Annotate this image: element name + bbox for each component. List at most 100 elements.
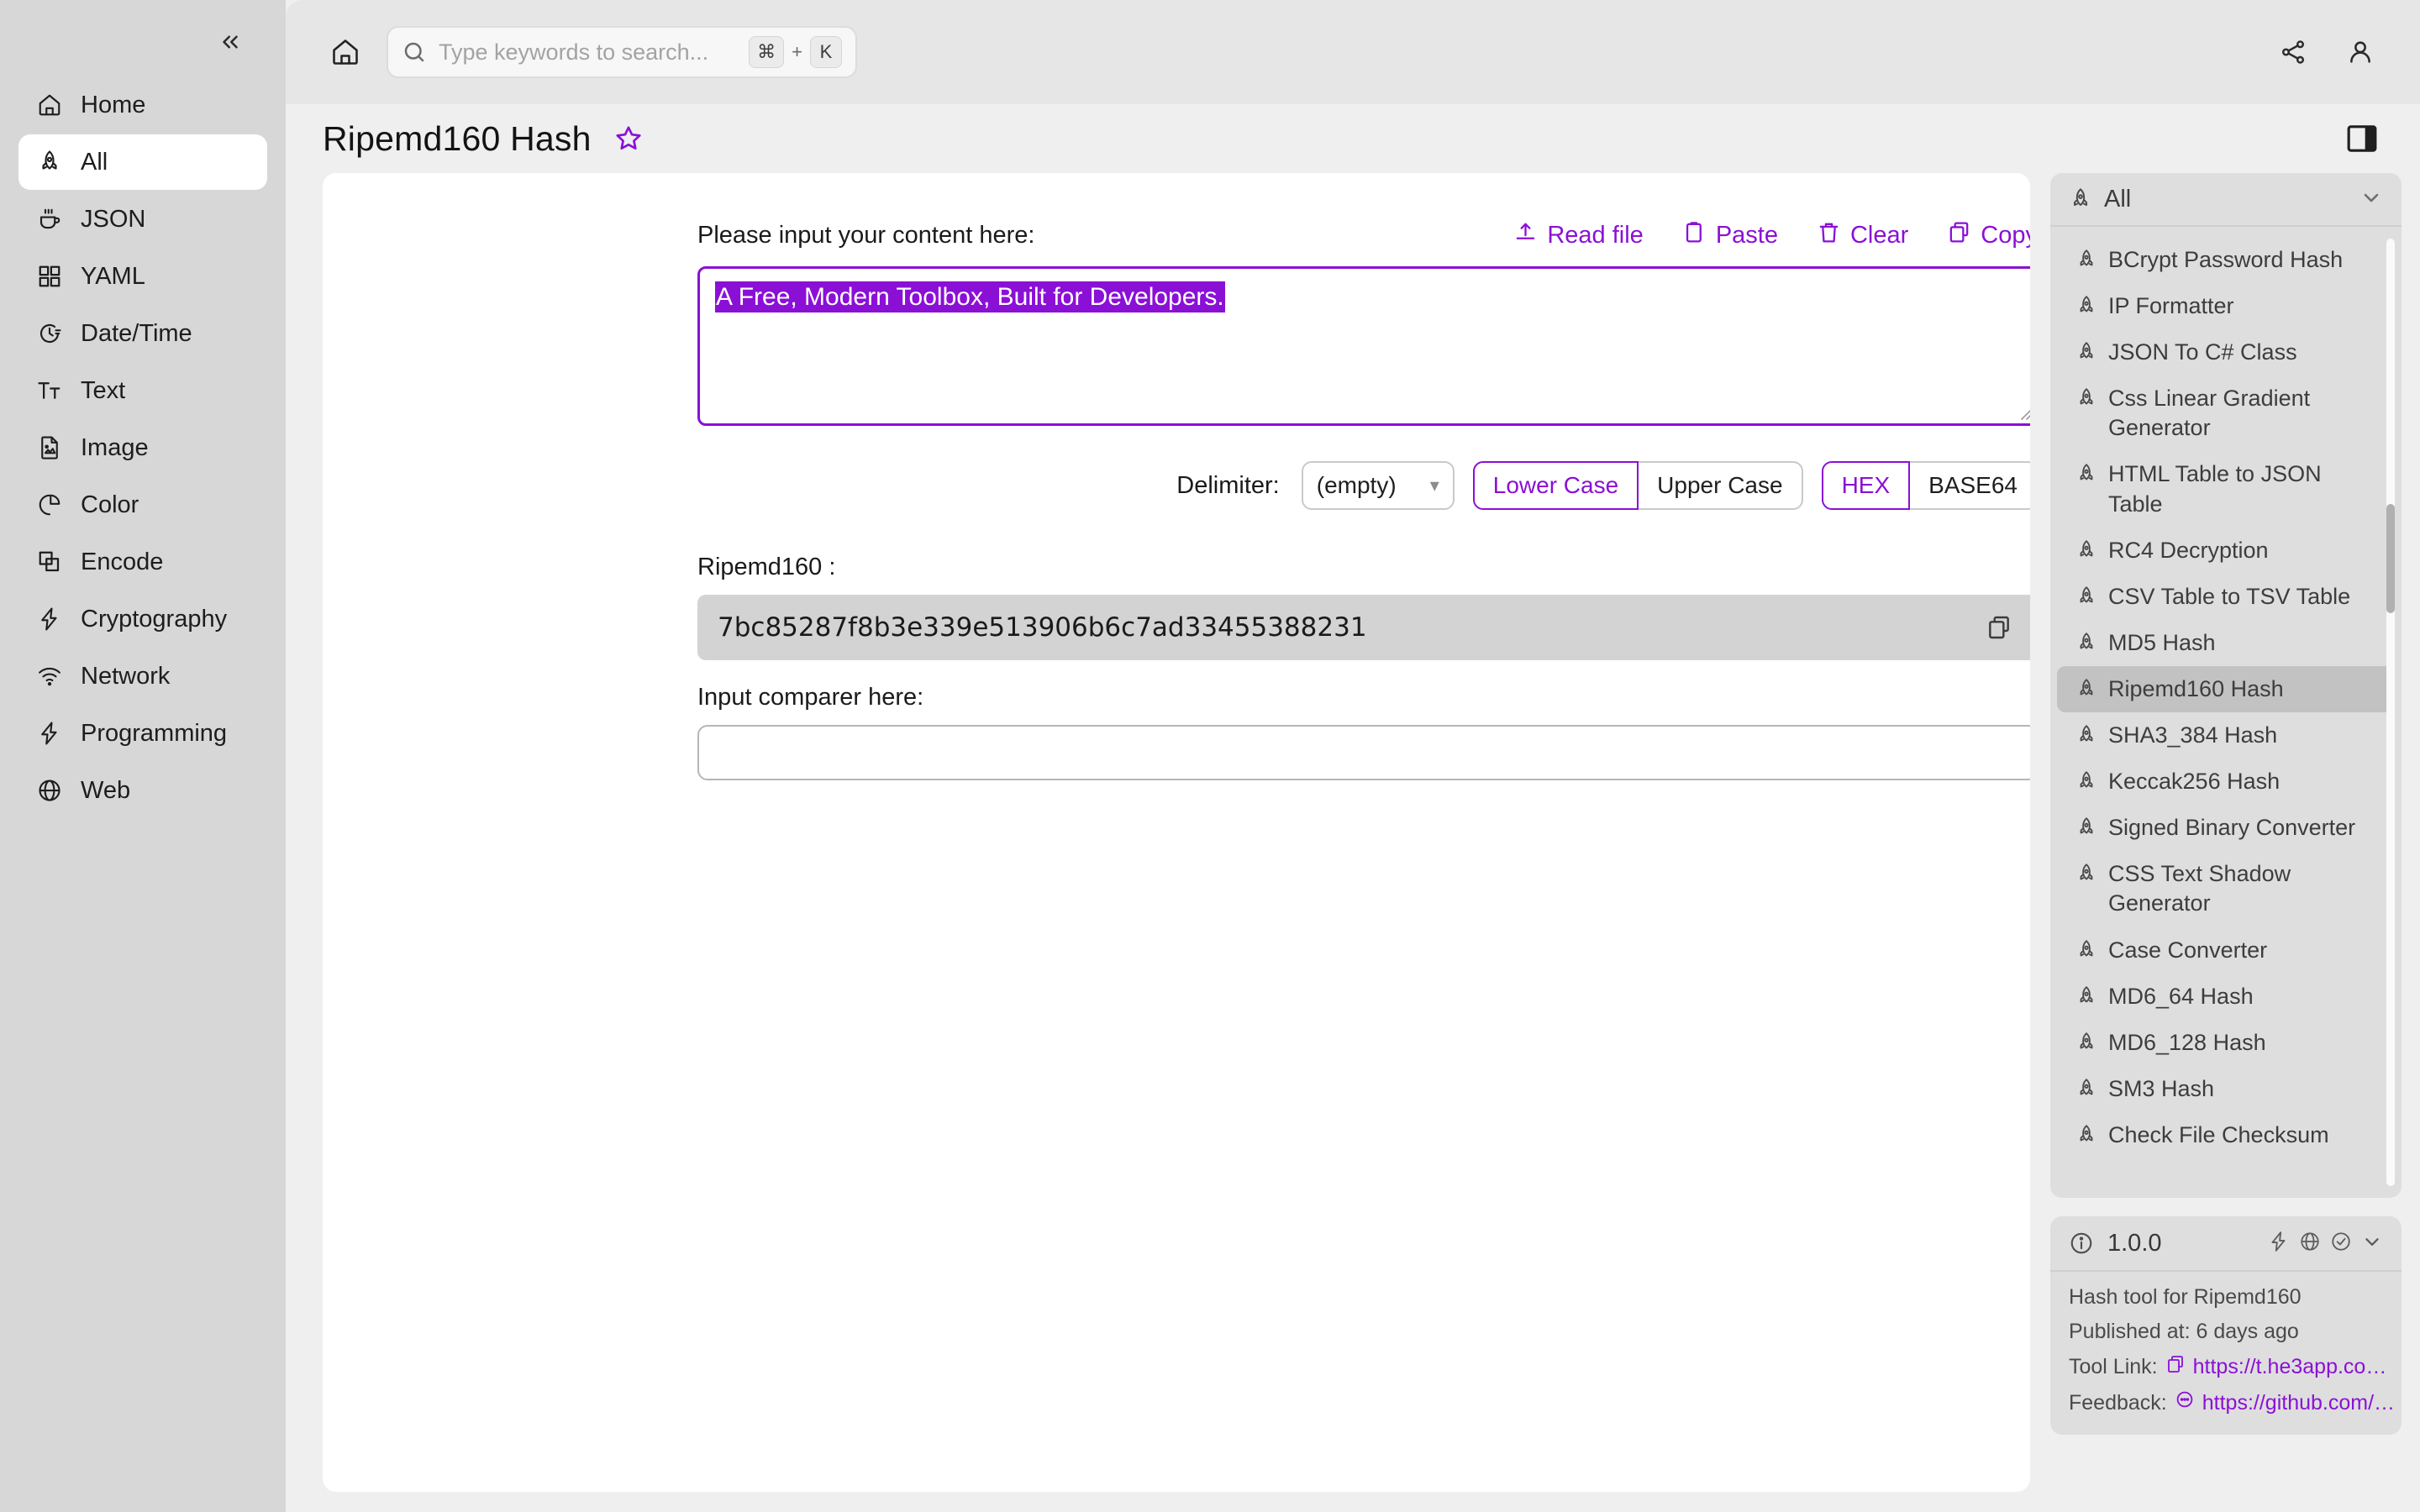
home-icon [35, 91, 64, 119]
copy-label: Copy [1981, 222, 2030, 249]
list-item[interactable]: CSV Table to TSV Table [2057, 574, 2395, 620]
scrollbar-thumb[interactable] [2386, 504, 2395, 613]
sidebar-item-json[interactable]: JSON [18, 192, 267, 247]
list-item[interactable]: MD6_128 Hash [2057, 1020, 2395, 1066]
tool-list[interactable]: BCrypt Password Hash IP Formatter JSON T… [2050, 227, 2402, 1198]
tool-link-label: Tool Link: [2069, 1355, 2158, 1378]
base64-button[interactable]: BASE64 [1910, 461, 2030, 510]
list-item-label: BCrypt Password Hash [2108, 247, 2344, 272]
list-item[interactable]: BCrypt Password Hash [2057, 237, 2395, 283]
chevron-down-icon[interactable] [2361, 1231, 2383, 1257]
list-item[interactable]: Check File Checksum [2057, 1112, 2395, 1158]
list-item[interactable]: Keccak256 Hash [2057, 759, 2395, 805]
feedback-link[interactable]: https://github.com/… [2175, 1390, 2395, 1416]
copy-icon[interactable] [1981, 609, 2018, 646]
list-item[interactable]: HTML Table to JSON Table [2057, 451, 2395, 527]
read-file-button[interactable]: Read file [1513, 220, 1644, 251]
comparer-input[interactable] [697, 725, 2030, 780]
sidebar-item-color[interactable]: Color [18, 477, 267, 533]
sidebar-item-yaml[interactable]: YAML [18, 249, 267, 304]
shortcut-plus: + [792, 41, 802, 62]
paste-button[interactable]: Paste [1682, 220, 1778, 251]
sidebar-item-network[interactable]: Network [18, 648, 267, 704]
sidebar-item-programming[interactable]: Programming [18, 706, 267, 761]
selected-text: A Free, Modern Toolbox, Built for Develo… [715, 281, 1225, 312]
sidebar-item-label: Color [81, 491, 139, 518]
list-item-label: Check File Checksum [2108, 1121, 2329, 1147]
read-file-label: Read file [1547, 222, 1644, 249]
list-item-label: Keccak256 Hash [2108, 769, 2281, 795]
clear-button[interactable]: Clear [1817, 220, 1908, 251]
list-item[interactable]: SM3 Hash [2057, 1066, 2395, 1112]
list-item-label: MD6_64 Hash [2108, 983, 2254, 1009]
layers-icon [35, 548, 64, 576]
sidebar-item-text[interactable]: Text [18, 363, 267, 418]
sidebar-toggle-icon[interactable] [2338, 114, 2386, 163]
sidebar-item-label: Image [81, 433, 149, 461]
wifi-icon [35, 662, 64, 690]
search-box[interactable]: ⌘ + K [387, 26, 857, 78]
list-item[interactable]: Signed Binary Converter [2057, 805, 2395, 851]
sidebar-item-encode[interactable]: Encode [18, 534, 267, 590]
sidebar-item-label: Date/Time [81, 319, 192, 347]
rocket-icon [2075, 1124, 2097, 1146]
sidebar-item-cryptography[interactable]: Cryptography [18, 591, 267, 647]
list-item-selected[interactable]: Ripemd160 Hash [2057, 665, 2395, 713]
hex-button[interactable]: HEX [1821, 461, 1911, 510]
lower-case-button[interactable]: Lower Case [1472, 461, 1639, 510]
paste-label: Paste [1715, 222, 1778, 249]
rocket-icon [2075, 939, 2097, 961]
star-icon[interactable] [610, 120, 647, 157]
sidebar-item-image[interactable]: Image [18, 420, 267, 475]
resize-handle-icon[interactable] [2018, 406, 2030, 421]
list-item[interactable]: MD5 Hash [2057, 620, 2395, 666]
globe-icon[interactable] [2299, 1231, 2321, 1257]
sidebar-item-datetime[interactable]: Date/Time [18, 306, 267, 361]
rocket-icon [2075, 985, 2097, 1007]
sidebar-item-label: JSON [81, 205, 146, 233]
search-input[interactable] [439, 39, 738, 66]
feedback-label: Feedback: [2069, 1391, 2167, 1415]
list-item[interactable]: JSON To C# Class [2057, 329, 2395, 375]
sidebar-item-home[interactable]: Home [18, 77, 267, 133]
chevron-down-icon[interactable] [2360, 186, 2383, 213]
info-circle-icon [2069, 1231, 2094, 1256]
shortcut-cmd-key: ⌘ [749, 36, 785, 68]
list-item[interactable]: SHA3_384 Hash [2057, 712, 2395, 759]
content-region: Please input your content here: Read fil… [286, 173, 2420, 1512]
sidebar-item-label: Cryptography [81, 605, 228, 633]
rocket-icon [2075, 816, 2097, 838]
tool-list-header-label: All [2104, 185, 2132, 213]
result-value: 7bc85287f8b3e339e513906b6c7ad33455388231 [718, 612, 1367, 643]
delimiter-select[interactable]: (empty) ▾ [1301, 461, 1455, 510]
list-item[interactable]: IP Formatter [2057, 283, 2395, 329]
info-header-icons [2268, 1231, 2383, 1257]
content-textarea[interactable]: A Free, Modern Toolbox, Built for Develo… [697, 266, 2030, 426]
rocket-icon [2075, 249, 2097, 270]
copy-button[interactable]: Copy [1947, 220, 2030, 251]
rocket-icon [2075, 387, 2097, 409]
chevrons-left-icon[interactable] [212, 24, 249, 60]
upper-case-button[interactable]: Upper Case [1639, 461, 1803, 510]
sidebar-item-label: Programming [81, 719, 228, 747]
input-actions: Read file Paste Clear Cop [1513, 220, 2030, 251]
scrollbar-track[interactable] [2386, 239, 2395, 1186]
tool-list-header[interactable]: All [2050, 173, 2402, 227]
list-item[interactable]: RC4 Decryption [2057, 528, 2395, 574]
sidebar-item-web[interactable]: Web [18, 763, 267, 818]
share-icon[interactable] [2270, 29, 2316, 75]
tool-link[interactable]: https://t.he3app.co… [2165, 1354, 2386, 1380]
list-item[interactable]: CSS Text Shadow Generator [2057, 851, 2395, 927]
list-item-label: IP Formatter [2108, 293, 2234, 319]
main-area: ⌘ + K Ripemd160 Hash [286, 0, 2420, 1512]
list-item[interactable]: Case Converter [2057, 927, 2395, 974]
list-item[interactable]: Css Linear Gradient Generator [2057, 375, 2395, 451]
check-circle-icon[interactable] [2330, 1231, 2352, 1257]
home-icon[interactable] [323, 29, 368, 75]
sidebar-item-all[interactable]: All [18, 134, 267, 190]
user-icon[interactable] [2338, 29, 2383, 75]
rocket-icon [35, 148, 64, 176]
list-item[interactable]: MD6_64 Hash [2057, 974, 2395, 1020]
delimiter-value: (empty) [1316, 472, 1397, 498]
lightning-icon[interactable] [2268, 1231, 2290, 1257]
